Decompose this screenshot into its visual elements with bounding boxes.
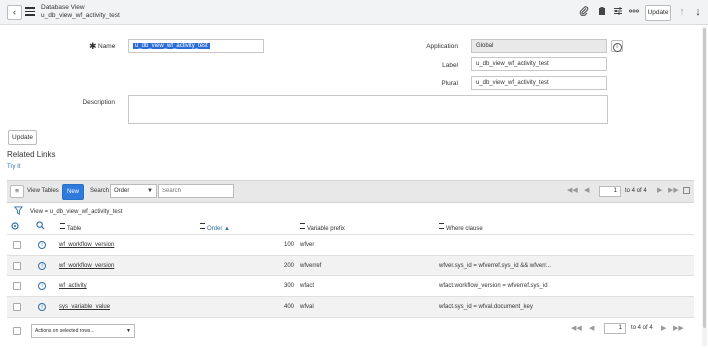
collapse-icon[interactable] [683, 187, 690, 194]
prefix-cell: wfval [300, 304, 314, 310]
prefix-cell: wfact [300, 283, 315, 289]
related-links-title: Related Links [7, 150, 56, 159]
order-cell: 100 [283, 242, 294, 248]
table-row[interactable]: i wf_activity 300 wfact wfact.workflow_v… [7, 275, 694, 296]
name-label: Name [98, 43, 116, 50]
form-header: ‹ Database View u_db_view_wf_activity_te… [0, 0, 708, 25]
row-info-icon[interactable]: i [38, 282, 46, 290]
first-page-icon[interactable]: ◀◀ [567, 186, 578, 194]
personalize-list-icon[interactable] [10, 221, 20, 233]
row-checkbox[interactable] [13, 262, 21, 270]
row-info-icon[interactable]: i [38, 241, 46, 249]
order-cell: 300 [283, 283, 294, 289]
row-checkbox[interactable] [13, 303, 21, 311]
search-columns-icon[interactable] [36, 221, 45, 232]
mandatory-icon: ✱ [89, 41, 97, 51]
label-label: Label [442, 62, 458, 69]
form-type-title: Database View [41, 4, 85, 11]
search-field-select[interactable]: Order ▼ [110, 184, 157, 198]
next-record-icon[interactable]: ↓ [692, 5, 704, 19]
first-page-icon[interactable]: ◀◀ [571, 324, 582, 332]
new-button[interactable]: New [62, 184, 84, 200]
attachment-icon[interactable] [578, 6, 590, 18]
application-field: Global [471, 39, 607, 53]
row-info-icon[interactable]: i [38, 303, 46, 311]
description-label: Description [82, 99, 115, 106]
row-checkbox[interactable] [13, 282, 21, 290]
name-field[interactable]: u_db_view_wf_activity_test [128, 39, 264, 53]
page-total: to 4 of 4 [625, 188, 647, 194]
filter-icon[interactable] [14, 206, 23, 217]
description-field[interactable] [128, 95, 608, 124]
page-number-input[interactable]: 1 [599, 186, 621, 197]
column-header-where-clause[interactable]: Where clause [439, 223, 483, 232]
column-header-table[interactable]: Table [60, 223, 81, 232]
scrollbar[interactable] [702, 26, 707, 346]
next-page-icon[interactable]: ▶ [661, 324, 666, 332]
table-row[interactable]: i wf_workflow_version 200 wfverref wfver… [7, 255, 694, 276]
page-number-input[interactable]: 1 [604, 323, 626, 334]
table-cell-link[interactable]: wf_workflow_version [59, 242, 114, 248]
view-tables-title: View Tables [27, 188, 59, 194]
row-checkbox[interactable] [13, 241, 21, 249]
label-field[interactable]: u_db_view_wf_activity_test [471, 57, 607, 71]
actions-select[interactable]: Actions on selected rows... ▼ [31, 324, 135, 338]
table-row[interactable]: i wf_workflow_version 100 wfver [7, 234, 694, 255]
activity-stream-icon[interactable] [596, 6, 608, 18]
search-input[interactable] [158, 184, 234, 198]
personalize-form-icon[interactable] [612, 6, 624, 18]
previous-page-icon[interactable]: ◀ [589, 324, 594, 332]
previous-record-icon[interactable]: ↑ [676, 5, 688, 19]
select-all-checkbox[interactable] [13, 327, 21, 335]
plural-field[interactable]: u_db_view_wf_activity_test [471, 76, 607, 90]
last-page-icon[interactable]: ▶▶ [668, 186, 679, 194]
try-it-link[interactable]: Try It [7, 164, 20, 170]
sort-ascending-icon: ▲ [224, 226, 230, 232]
chevron-down-icon: ▼ [147, 188, 153, 194]
prefix-cell: wfver [300, 242, 315, 248]
next-page-icon[interactable]: ▶ [657, 186, 662, 194]
back-button[interactable]: ‹ [7, 5, 22, 20]
column-header-order[interactable]: Order ▲ [200, 223, 230, 232]
record-name-title: u_db_view_wf_activity_test [41, 12, 120, 19]
previous-page-icon[interactable]: ◀ [584, 186, 589, 194]
application-info-button[interactable]: i [611, 40, 623, 52]
context-menu-icon[interactable] [25, 7, 35, 16]
prefix-cell: wfverref [300, 263, 322, 269]
update-button-header[interactable]: Update [645, 5, 671, 21]
where-cell: wfver.sys_id = wfverref.sys_id && wfverr… [439, 263, 551, 269]
related-list-toolbar: ≡ View Tables New Search Order ▼ ◀◀ ◀ 1 … [7, 180, 694, 203]
last-page-icon[interactable]: ▶▶ [673, 324, 684, 332]
column-header-variable-prefix[interactable]: Variable prefix [300, 223, 345, 232]
list-context-menu-icon[interactable]: ≡ [10, 185, 24, 198]
more-options-icon[interactable] [628, 6, 640, 18]
plural-label: Plural [441, 80, 458, 87]
table-row[interactable]: i sys_variable_value 400 wfval wfact.sys… [7, 296, 694, 318]
where-cell: wfact.workflow_version = wfverref.sys_id [439, 283, 548, 289]
row-info-icon[interactable]: i [38, 262, 46, 270]
filter-breadcrumb[interactable]: View = u_db_view_wf_activity_test [30, 209, 122, 215]
table-cell-link[interactable]: wf_activity [59, 283, 87, 289]
table-cell-link[interactable]: wf_workflow_version [59, 263, 114, 269]
info-icon: i [612, 42, 622, 52]
chevron-down-icon: ▼ [126, 328, 131, 334]
page-total: to 4 of 4 [631, 325, 653, 331]
table-cell-link[interactable]: sys_variable_value [59, 304, 110, 310]
update-button[interactable]: Update [8, 130, 37, 145]
where-cell: wfact.sys_id = wfval.document_key [439, 304, 533, 310]
chevron-left-icon: ‹ [13, 7, 16, 17]
order-cell: 400 [283, 304, 294, 310]
application-label: Application [426, 43, 458, 50]
order-cell: 200 [283, 263, 294, 269]
search-label: Search [90, 188, 110, 194]
scrollbar-thumb[interactable] [703, 28, 706, 328]
